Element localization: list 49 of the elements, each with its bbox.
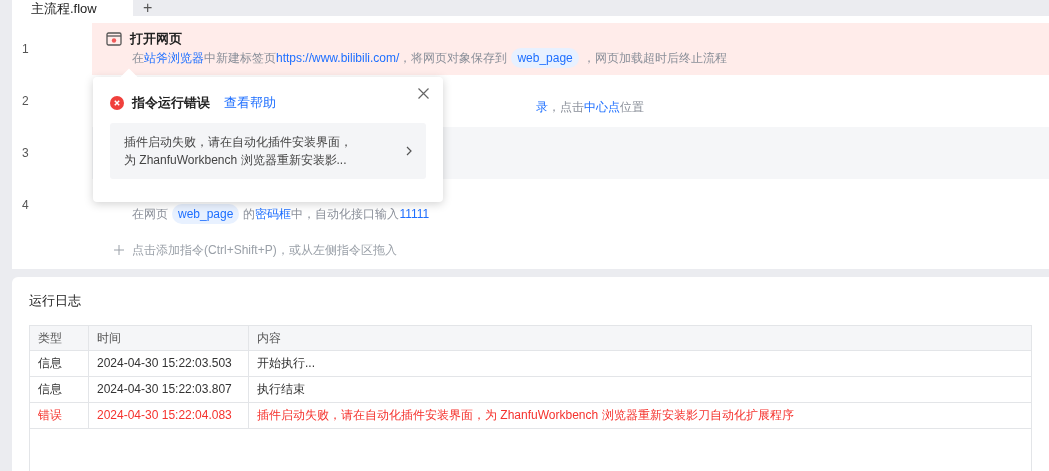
- chevron-right-icon: [406, 146, 412, 156]
- table-cell: 2024-04-30 15:22:03.807: [89, 376, 249, 402]
- table-cell: 错误: [30, 402, 89, 428]
- link-text[interactable]: 密码框: [255, 205, 292, 223]
- description-text: 在: [132, 50, 144, 67]
- add-command-hint[interactable]: 点击添加指令(Ctrl+Shift+P)，或从左侧指令区拖入: [132, 241, 397, 259]
- table-cell: 信息: [30, 376, 89, 402]
- browser-icon: [106, 32, 122, 46]
- line-number: 4: [21, 197, 30, 214]
- help-link[interactable]: 查看帮助: [224, 93, 276, 113]
- column-header: 内容: [256, 329, 282, 347]
- popup-title: 指令运行错误: [132, 94, 210, 113]
- close-icon[interactable]: [418, 88, 429, 99]
- table-cell-text: 开始执行...: [256, 355, 316, 372]
- line-number: 1: [21, 41, 30, 58]
- variable-tag: web_page: [511, 48, 579, 68]
- log-title: 运行日志: [29, 292, 82, 310]
- error-message: 插件启动失败，请在自动化插件安装界面，: [124, 134, 352, 151]
- file-tab[interactable]: 主流程.flow: [12, 0, 133, 16]
- step-row[interactable]: 打开网页 在站斧浏览器中新建标签页https://www.bilibili.com/，将网页对象保存到 web_page ，网页加载超时后终止流程: [92, 23, 1049, 75]
- link-text[interactable]: 11111: [399, 205, 430, 223]
- description-text: ，点击: [548, 99, 584, 116]
- description-text: 在网页: [132, 206, 168, 223]
- line-number: 2: [21, 93, 30, 110]
- table-cell-text: 插件启动失败，请在自动化插件安装界面，为 ZhanfuWorkbench 浏览器重新安装影刀自动化扩展程序: [256, 407, 795, 424]
- error-icon: [110, 96, 124, 110]
- error-message: 为 ZhanfuWorkbench 浏览器重新安装影...: [124, 152, 348, 169]
- description-text: ，网页加载超时后终止流程: [582, 50, 727, 67]
- link-text[interactable]: https://www.bilibili.com/: [276, 49, 400, 67]
- description-text: 中新建标签页: [204, 50, 276, 67]
- description-text: 中，自动化接口输入: [291, 206, 400, 223]
- table-cell: 2024-04-30 15:22:03.503: [89, 350, 249, 376]
- column-header: 类型: [30, 325, 89, 350]
- plus-icon[interactable]: [114, 245, 124, 255]
- variable-tag: web_page: [172, 204, 240, 224]
- description-text: ，将网页对象保存到: [399, 50, 508, 67]
- error-message-box[interactable]: 插件启动失败，请在自动化插件安装界面， 为 ZhanfuWorkbench 浏览器重新安装影...: [110, 123, 426, 179]
- add-tab-button[interactable]: +: [143, 0, 153, 16]
- description-text: 位置: [620, 99, 644, 116]
- table-cell-text: 执行结束: [256, 381, 306, 398]
- table-cell: 信息: [30, 350, 89, 376]
- description-text: 的: [243, 206, 256, 223]
- step-title: 打开网页: [130, 30, 182, 49]
- table-cell: 2024-04-30 15:22:04.083: [89, 402, 249, 428]
- link-text[interactable]: 站斧浏览器: [144, 49, 204, 67]
- link-text[interactable]: 录: [536, 98, 548, 116]
- link-text[interactable]: 中心点: [584, 98, 620, 116]
- line-number: 3: [21, 145, 30, 162]
- column-header: 时间: [89, 325, 249, 350]
